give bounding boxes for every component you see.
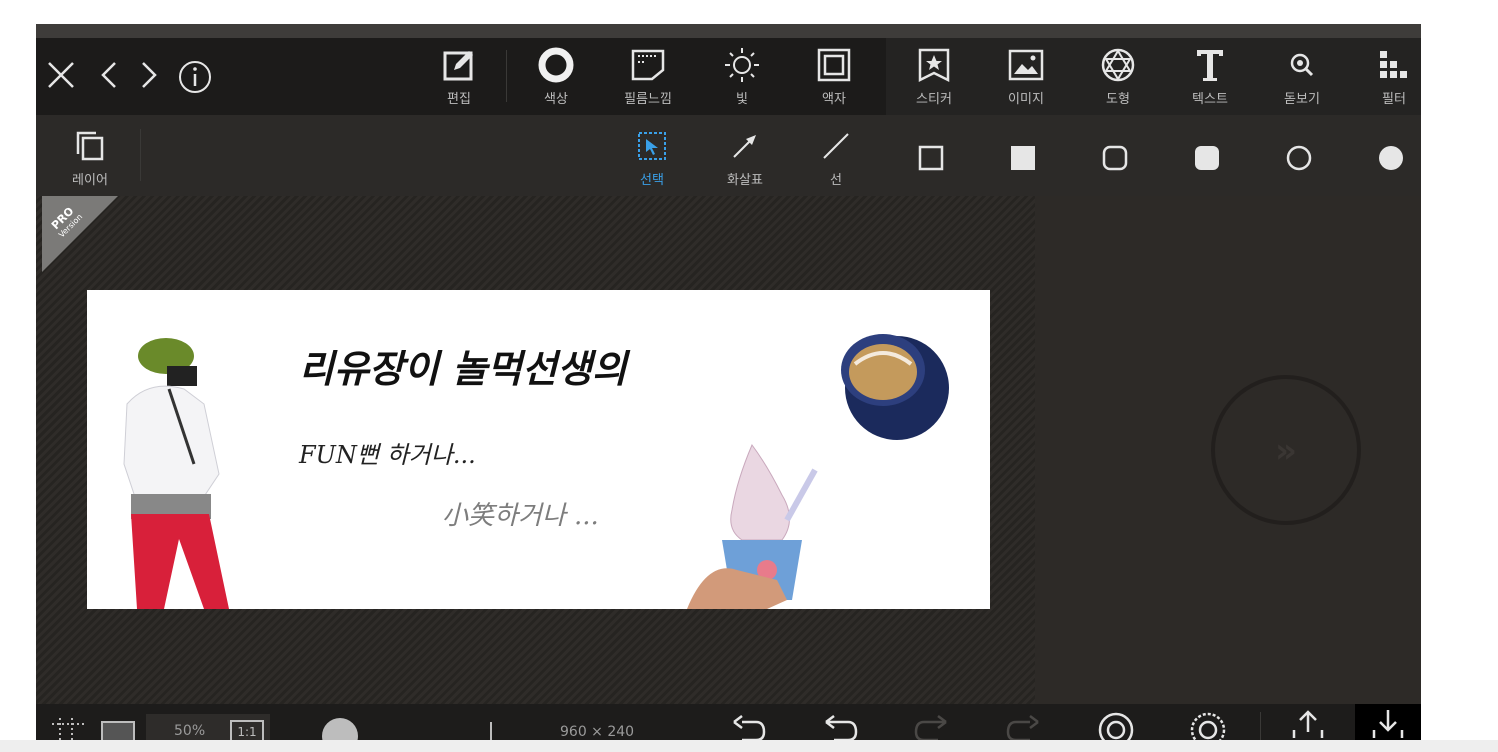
- tool-frame[interactable]: 액자: [804, 44, 864, 107]
- pro-badge: PRO Version: [42, 196, 122, 278]
- arrow-label: 화살표: [727, 173, 763, 188]
- chevron-left-icon[interactable]: [98, 60, 120, 96]
- tool-label: 돋보기: [1284, 92, 1320, 107]
- sun-icon: [712, 44, 772, 86]
- tool-sticker[interactable]: 스티커: [904, 44, 964, 107]
- tool-magnifier[interactable]: 돋보기: [1272, 44, 1332, 107]
- zoom-slider-tick: [490, 722, 492, 740]
- undo-all-icon[interactable]: [728, 712, 768, 740]
- color-ring-icon: [526, 44, 586, 86]
- title-strip: [36, 24, 1421, 38]
- layer-button[interactable]: 레이어: [60, 125, 120, 188]
- line-label: 선: [830, 173, 842, 188]
- main-toolbar: 편집 색상 필름느낌 빛 액자 스티커 이미지 도형 텍스트 돋보기 필터: [36, 38, 1421, 115]
- tool-text[interactable]: 텍스트: [1180, 44, 1240, 107]
- line-tool[interactable]: 선: [806, 125, 866, 188]
- close-icon[interactable]: [46, 60, 76, 96]
- canvas-size: 960 × 240: [560, 724, 635, 740]
- tool-light[interactable]: 빛: [712, 44, 772, 107]
- select-tool[interactable]: 선택: [622, 125, 682, 188]
- share-icon[interactable]: [1290, 708, 1326, 740]
- ice-cream-image: [687, 444, 818, 609]
- right-panel: »: [1035, 196, 1421, 704]
- svg-text:»: »: [1275, 431, 1297, 471]
- banner-line-3: 小笑하거나 ...: [442, 501, 599, 531]
- divider: [506, 50, 507, 102]
- shape-icon: [1088, 44, 1148, 86]
- editor-window: 편집 색상 필름느낌 빛 액자 스티커 이미지 도형 텍스트 돋보기 필터 레이…: [36, 24, 1421, 740]
- film-icon: [618, 44, 678, 86]
- rounded-square-filled-icon[interactable]: [1194, 145, 1220, 175]
- layers-icon: [60, 125, 120, 167]
- dotted-circle-icon[interactable]: [1188, 710, 1228, 740]
- next-panel-button[interactable]: »: [1210, 374, 1362, 530]
- tool-label: 이미지: [1008, 92, 1044, 107]
- undo-icon[interactable]: [820, 712, 860, 740]
- text-icon: [1180, 44, 1240, 86]
- select-icon: [622, 125, 682, 167]
- tool-shape[interactable]: 도형: [1088, 44, 1148, 107]
- zoom-slider-handle[interactable]: [322, 718, 358, 740]
- grid-toggle-icon[interactable]: [50, 716, 86, 740]
- banner-title: 리유장이 놀먹선생의: [299, 346, 627, 391]
- banner-image[interactable]: 리유장이 놀먹선생의 FUN뻔 하거나... 小笑하거나 ...: [87, 290, 990, 609]
- zoom-box: 50% 1:1: [146, 714, 270, 740]
- redo-icon[interactable]: [912, 712, 952, 740]
- info-icon[interactable]: [178, 60, 212, 100]
- tool-image[interactable]: 이미지: [996, 44, 1056, 107]
- square-filled-icon[interactable]: [1010, 145, 1036, 175]
- tool-label: 필터: [1382, 92, 1406, 107]
- chevron-right-icon[interactable]: [138, 60, 160, 96]
- image-icon: [996, 44, 1056, 86]
- tool-label: 액자: [822, 92, 846, 107]
- banner-line-2: FUN뻔 하거나...: [299, 441, 476, 469]
- square-outline-icon[interactable]: [918, 145, 944, 175]
- select-label: 선택: [640, 173, 664, 188]
- tool-label: 빛: [736, 92, 748, 107]
- divider: [1260, 712, 1261, 740]
- tool-label: 도형: [1106, 92, 1130, 107]
- tool-label: 편집: [447, 92, 471, 107]
- tool-label: 스티커: [916, 92, 952, 107]
- toolbar-right-group: [886, 38, 1421, 115]
- filter-icon: [1364, 44, 1421, 86]
- save-button[interactable]: [1355, 704, 1421, 740]
- download-icon: [1372, 710, 1404, 738]
- shape-toolbar: 레이어 선택 화살표 선: [36, 115, 1421, 196]
- tool-label: 텍스트: [1192, 92, 1228, 107]
- arrow-tool[interactable]: 화살표: [715, 125, 775, 188]
- divider: [140, 129, 141, 181]
- circle-filled-icon[interactable]: [1378, 145, 1404, 175]
- background-toggle-icon[interactable]: [100, 720, 136, 740]
- zoom-level: 50%: [174, 723, 206, 739]
- tool-filter[interactable]: 필터: [1364, 44, 1421, 107]
- tool-label: 필름느낌: [624, 92, 672, 107]
- circle-outline-icon[interactable]: [1286, 145, 1312, 175]
- frame-icon: [804, 44, 864, 86]
- sticker-icon: [904, 44, 964, 86]
- coffee-cup-image: [841, 334, 949, 440]
- magnifier-icon: [1272, 44, 1332, 86]
- ratio-button[interactable]: 1:1: [230, 720, 264, 740]
- rounded-square-outline-icon[interactable]: [1102, 145, 1128, 175]
- screen-bottom-edge: [0, 740, 1498, 752]
- photographer-figure: [123, 338, 229, 609]
- tool-color[interactable]: 색상: [526, 44, 586, 107]
- edit-icon: [429, 44, 489, 86]
- line-icon: [806, 125, 866, 167]
- bottom-bar: 50% 1:1 960 × 240: [36, 704, 1421, 740]
- redo-all-icon[interactable]: [1004, 712, 1044, 740]
- arrow-icon: [715, 125, 775, 167]
- tool-label: 색상: [544, 92, 568, 107]
- tool-film[interactable]: 필름느낌: [618, 44, 678, 107]
- target-icon[interactable]: [1096, 710, 1136, 740]
- layer-label: 레이어: [72, 173, 108, 188]
- tool-edit[interactable]: 편집: [429, 44, 489, 107]
